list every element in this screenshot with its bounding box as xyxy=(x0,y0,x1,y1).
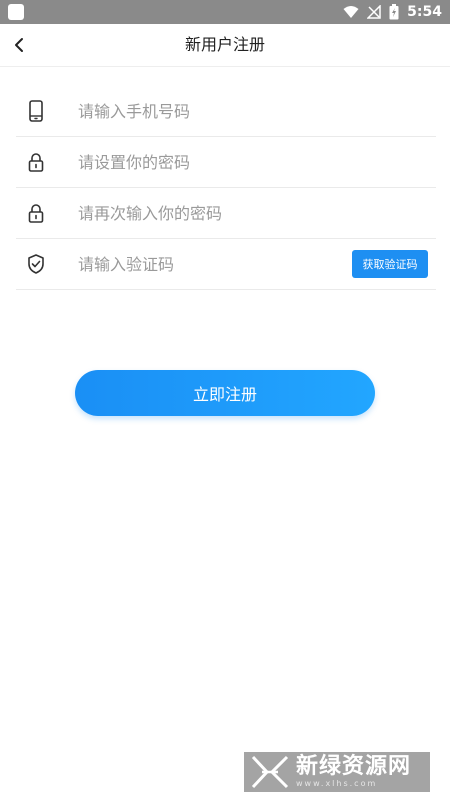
register-button[interactable]: 立即注册 xyxy=(75,370,375,416)
confirm-password-input[interactable] xyxy=(78,198,338,228)
notification-icon xyxy=(8,4,24,20)
watermark: 新绿资源网 www.xlhs.com xyxy=(244,752,430,792)
watermark-sub: www.xlhs.com xyxy=(296,779,378,788)
wifi-icon xyxy=(343,6,359,18)
confirm-password-row xyxy=(16,188,436,239)
watermark-text: 新绿资源网 xyxy=(296,754,412,779)
status-time: 5:54 xyxy=(407,4,442,20)
watermark-logo-icon xyxy=(251,755,289,789)
phone-input[interactable] xyxy=(78,96,338,126)
get-verify-code-button[interactable]: 获取验证码 xyxy=(352,250,428,278)
shield-check-icon xyxy=(28,254,44,274)
verify-code-input[interactable] xyxy=(78,249,278,279)
verify-code-row: 获取验证码 xyxy=(16,239,436,290)
lock-icon xyxy=(28,153,44,172)
password-row xyxy=(16,137,436,188)
status-indicators: 5:54 xyxy=(343,0,442,24)
app-header: 新用户注册 xyxy=(0,24,450,67)
chevron-left-icon[interactable] xyxy=(10,34,30,56)
phone-row xyxy=(16,86,436,137)
lock-icon xyxy=(28,204,44,223)
status-bar: 5:54 xyxy=(0,0,450,24)
phone-icon xyxy=(29,100,43,122)
battery-charging-icon xyxy=(389,4,399,20)
watermark-texts: 新绿资源网 www.xlhs.com xyxy=(296,756,411,788)
password-input[interactable] xyxy=(78,147,338,177)
no-signal-icon xyxy=(367,5,381,19)
page-title: 新用户注册 xyxy=(184,35,265,54)
register-form: 获取验证码 xyxy=(16,86,436,290)
